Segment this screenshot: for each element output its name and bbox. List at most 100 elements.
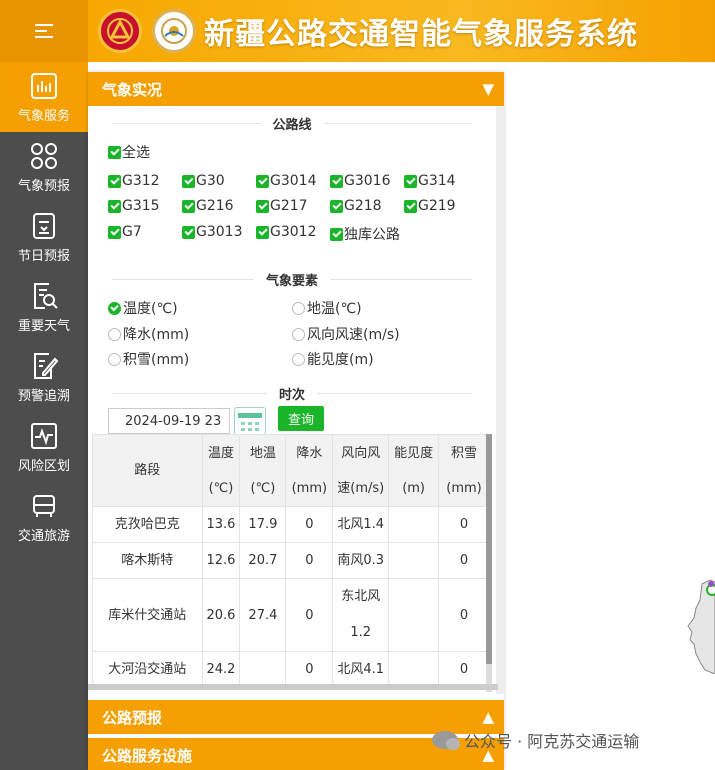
cell-visibility	[388, 542, 440, 579]
road-checkbox[interactable]: G314	[404, 173, 456, 189]
pulse-icon	[31, 422, 57, 449]
sidebar-item-weather-forecast[interactable]: 气象预报	[0, 132, 88, 202]
cell-visibility	[388, 578, 440, 652]
menu-toggle-button[interactable]	[0, 0, 88, 62]
cell-ground-temperature: 17.9	[239, 506, 287, 543]
column-header: 地温 (℃)	[239, 434, 287, 507]
select-all-checkbox[interactable]: 全选	[108, 142, 150, 162]
cell-precipitation: 0	[285, 542, 334, 579]
road-checkbox[interactable]: G315	[108, 198, 160, 214]
road-checkbox[interactable]: G216	[182, 198, 234, 214]
visibility-radio[interactable]: 能见度(m)	[292, 349, 374, 369]
hamburger-icon	[35, 20, 53, 42]
column-header: 温度 (℃)	[201, 434, 241, 507]
watermark: 公众号 · 阿克苏交通运输	[432, 728, 639, 752]
sidebar-item-label: 风险区划	[17, 458, 70, 474]
panel-title: 公路预报	[102, 708, 163, 727]
road-checkbox[interactable]: G30	[182, 173, 225, 189]
expand-arrow-icon[interactable]: ▲	[482, 708, 494, 726]
element-options: 温度(℃) 地温(℃) 降水(mm) 风向风速(m/s) 积雪(mm) 能见度(…	[88, 292, 496, 372]
sidebar-item-holiday-forecast[interactable]: 节日预报	[0, 202, 88, 272]
table-row[interactable]: 大河沿交通站 24.2 0 北风4.1 0	[92, 651, 490, 688]
road-checkbox[interactable]: G7	[108, 224, 142, 240]
column-header: 积雪 (mm)	[438, 434, 490, 507]
cell-precipitation: 0	[285, 506, 334, 543]
map-view[interactable]	[504, 62, 715, 770]
search-document-icon	[34, 282, 58, 309]
sidebar-item-warning-trace[interactable]: 预警追溯	[0, 342, 88, 412]
cell-snow: 0	[438, 578, 490, 652]
temperature-radio[interactable]: 温度(℃)	[108, 298, 178, 318]
sidebar: 气象服务 气象预报 节日预报 重要天气 预警追溯 风险区划 交通旅游	[0, 62, 88, 770]
table-header-row: 路段 温度 (℃) 地温 (℃) 降水 (mm) 风向风 速(m/s) 能见度 (m) 积…	[92, 434, 490, 507]
road-list: 全选 G312 G30 G3014 G3016 G314 G315 G216 G…	[88, 136, 496, 243]
road-checkbox[interactable]: G312	[108, 173, 160, 189]
cell-precipitation: 0	[285, 651, 334, 688]
sidebar-item-label: 节日预报	[17, 248, 70, 264]
sidebar-item-weather-service[interactable]: 气象服务	[0, 62, 88, 132]
header-bar: 新疆公路交通智能气象服务系统	[0, 0, 715, 62]
observation-table: 路段 温度 (℃) 地温 (℃) 降水 (mm) 风向风 速(m/s) 能见度 (m) 积…	[92, 434, 490, 688]
cell-snow: 0	[438, 651, 490, 688]
sidebar-item-traffic-tourism[interactable]: 交通旅游	[0, 482, 88, 552]
cell-ground-temperature: 27.4	[239, 578, 287, 652]
cell-temperature: 13.6	[201, 506, 241, 543]
table-row[interactable]: 喀木斯特 12.6 20.7 0 南风0.3 0	[92, 542, 490, 579]
cell-wind: 北风1.4	[332, 506, 390, 543]
sidebar-item-label: 气象服务	[17, 108, 70, 124]
cell-section: 大河沿交通站	[92, 651, 203, 688]
query-button[interactable]: 查询	[278, 406, 324, 431]
sidebar-item-label: 预警追溯	[17, 388, 70, 404]
watermark-text: 公众号 · 阿克苏交通运输	[464, 732, 640, 751]
cell-temperature: 24.2	[201, 651, 241, 688]
road-checkbox[interactable]: G218	[330, 198, 382, 214]
weather-observation-panel: 气象实况 ▼ 公路线 全选 G312 G30 G3014 G3016 G314 …	[88, 72, 504, 770]
sidebar-item-label: 重要天气	[17, 318, 70, 334]
road-checkbox[interactable]: G3012	[256, 224, 316, 240]
cell-wind: 南风0.3	[332, 542, 390, 579]
road-checkbox[interactable]: 独库公路	[330, 224, 400, 244]
grid-icon	[31, 142, 57, 169]
panel-body: 公路线 全选 G312 G30 G3014 G3016 G314 G315 G2…	[88, 106, 504, 694]
panel-horizontal-scrollbar[interactable]	[88, 684, 498, 690]
panel-scroll-area: 公路线 全选 G312 G30 G3014 G3016 G314 G315 G2…	[88, 106, 496, 692]
car-icon	[33, 494, 55, 517]
cell-wind: 东北风1.2	[332, 578, 390, 652]
road-checkbox[interactable]: G217	[256, 198, 308, 214]
column-header: 能见度 (m)	[388, 434, 440, 507]
transport-emblem-icon	[98, 9, 142, 53]
road-checkbox[interactable]: G219	[404, 198, 456, 214]
date-input[interactable]	[108, 408, 230, 434]
ground-temperature-radio[interactable]: 地温(℃)	[292, 298, 362, 318]
sidebar-item-label: 交通旅游	[17, 528, 70, 544]
road-checkbox[interactable]: G3016	[330, 173, 390, 189]
table-row[interactable]: 库米什交通站 20.6 27.4 0 东北风1.2 0	[92, 578, 490, 652]
elements-section-title: 气象要素	[112, 266, 472, 292]
cell-section: 喀木斯特	[92, 542, 203, 579]
header-banner: 新疆公路交通智能气象服务系统	[88, 0, 715, 62]
road-checkbox[interactable]: G3013	[182, 224, 242, 240]
cell-snow: 0	[438, 506, 490, 543]
calendar-icon[interactable]	[234, 407, 266, 435]
meteorology-emblem-icon	[152, 9, 196, 53]
snow-radio[interactable]: 积雪(mm)	[108, 349, 189, 369]
precipitation-radio[interactable]: 降水(mm)	[108, 324, 189, 344]
panel-title: 公路服务设施	[102, 746, 193, 765]
cell-temperature: 20.6	[201, 578, 241, 652]
cell-section: 库米什交通站	[92, 578, 203, 652]
sidebar-item-risk-zoning[interactable]: 风险区划	[0, 412, 88, 482]
cell-temperature: 12.6	[201, 542, 241, 579]
table-vertical-scrollbar[interactable]	[486, 434, 492, 692]
panel-header[interactable]: 气象实况 ▼	[88, 72, 504, 106]
collapse-arrow-icon[interactable]: ▼	[482, 80, 494, 98]
panel-title: 气象实况	[102, 80, 163, 99]
cell-ground-temperature	[239, 651, 287, 688]
bar-chart-icon	[31, 72, 57, 99]
road-checkbox[interactable]: G3014	[256, 173, 316, 189]
table-row[interactable]: 克孜哈巴克 13.6 17.9 0 北风1.4 0	[92, 506, 490, 543]
column-header: 路段	[92, 434, 203, 507]
edit-icon	[34, 352, 59, 379]
wind-radio[interactable]: 风向风速(m/s)	[292, 324, 400, 344]
document-icon	[33, 212, 55, 239]
sidebar-item-important-weather[interactable]: 重要天气	[0, 272, 88, 342]
